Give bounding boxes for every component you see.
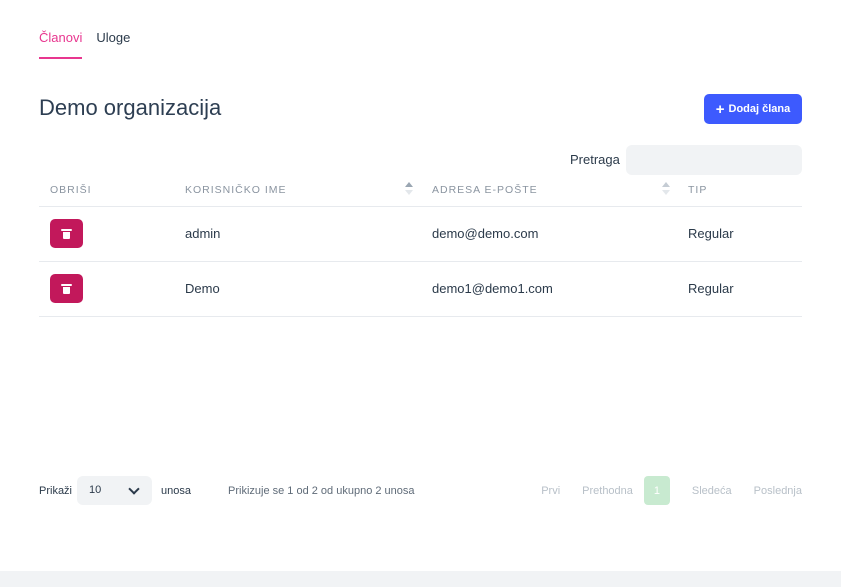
pagination-info: Prikizuje se 1 od 2 od ukupno 2 unosa	[228, 485, 415, 497]
table-footer: Prikaži 10 unosa Prikizuje se 1 od 2 od …	[39, 476, 802, 506]
tab-members[interactable]: Članovi	[39, 30, 83, 59]
delete-button[interactable]	[50, 274, 83, 303]
sort-arrows-icon[interactable]	[405, 182, 413, 196]
column-header-delete: OBRIŠI	[50, 184, 92, 196]
add-member-button[interactable]: + Dodaj člana	[704, 94, 802, 124]
column-header-email[interactable]: ADRESA E-POŠTE	[432, 184, 538, 196]
email-cell: demo@demo.com	[432, 226, 539, 241]
page-size-select[interactable]: 10	[77, 476, 152, 505]
first-page-button[interactable]: Prvi	[541, 485, 560, 497]
username-cell: Demo	[185, 281, 220, 296]
trash-icon	[61, 283, 72, 294]
column-header-type: TIP	[688, 184, 708, 196]
add-member-button-label: Dodaj člana	[728, 103, 791, 115]
entries-label: unosa	[161, 485, 191, 497]
username-cell: admin	[185, 226, 221, 241]
page-size-value: 10	[89, 484, 102, 496]
next-page-button[interactable]: Sledeća	[692, 485, 732, 497]
page-title: Demo organizacija	[39, 95, 222, 120]
search-input[interactable]	[626, 145, 802, 175]
table-header: OBRIŠI KORISNIČKO IME ADRESA E-POŠTE TIP	[39, 174, 802, 207]
trash-icon	[61, 228, 72, 239]
bottom-bar	[0, 571, 841, 587]
previous-page-button[interactable]: Prethodna	[582, 485, 633, 497]
column-header-username[interactable]: KORISNIČKO IME	[185, 184, 287, 196]
table-row: Demo demo1@demo1.com Regular	[39, 262, 802, 317]
plus-icon: +	[715, 100, 725, 118]
tab-roles[interactable]: Uloge	[96, 30, 130, 59]
pagination: Prvi Prethodna 1 Sledeća Poslednja	[541, 476, 802, 505]
tab-bar: Članovi Uloge	[39, 30, 130, 59]
current-page-button[interactable]: 1	[643, 476, 670, 505]
chevron-down-icon	[128, 483, 140, 495]
type-cell: Regular	[688, 226, 734, 241]
show-label: Prikaži	[39, 485, 73, 497]
sort-arrows-icon[interactable]	[662, 182, 670, 196]
delete-button[interactable]	[50, 219, 83, 248]
last-page-button[interactable]: Poslednja	[754, 485, 802, 497]
search-label: Pretraga	[570, 152, 620, 167]
email-cell: demo1@demo1.com	[432, 281, 553, 296]
table-row: admin demo@demo.com Regular	[39, 207, 802, 262]
type-cell: Regular	[688, 281, 734, 296]
